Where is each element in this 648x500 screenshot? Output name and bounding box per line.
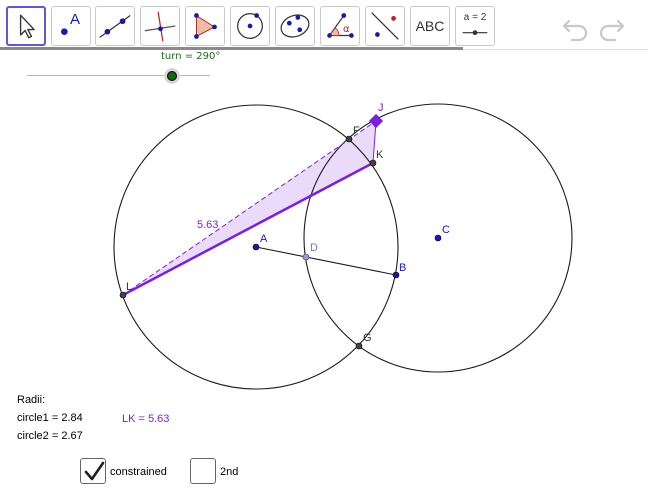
segment-ab[interactable] <box>255 246 397 276</box>
radii-heading: Radii: <box>17 394 46 406</box>
lk-length: LK = 5.63 <box>122 413 170 425</box>
second-checkbox[interactable] <box>190 458 216 484</box>
label-l: L <box>126 281 132 293</box>
label-a: A <box>260 233 268 245</box>
dashed-segment-lj <box>122 120 377 296</box>
label-b: B <box>399 262 406 274</box>
geometry-canvas[interactable]: A B C D F G J K L 5.63 <box>0 0 648 500</box>
circle1-radius: circle1 = 2.84 <box>17 412 83 424</box>
second-label[interactable]: 2nd <box>220 466 238 478</box>
label-f: F <box>353 125 360 137</box>
point-d[interactable] <box>302 253 310 261</box>
point-c[interactable] <box>434 234 442 242</box>
label-k: K <box>376 149 384 161</box>
circle2-radius: circle2 = 2.67 <box>17 430 83 442</box>
constrained-label[interactable]: constrained <box>110 466 167 478</box>
label-d: D <box>310 242 318 254</box>
constrained-checkbox[interactable] <box>80 458 106 484</box>
label-c: C <box>442 224 450 236</box>
checkmark-icon <box>84 461 105 481</box>
label-g: G <box>363 332 372 344</box>
segment-length-label: 5.63 <box>197 219 218 231</box>
label-j: J <box>378 102 384 114</box>
point-f[interactable] <box>345 135 353 143</box>
point-g[interactable] <box>355 342 363 350</box>
segment-lk[interactable] <box>122 161 374 297</box>
point-a[interactable] <box>252 243 260 251</box>
